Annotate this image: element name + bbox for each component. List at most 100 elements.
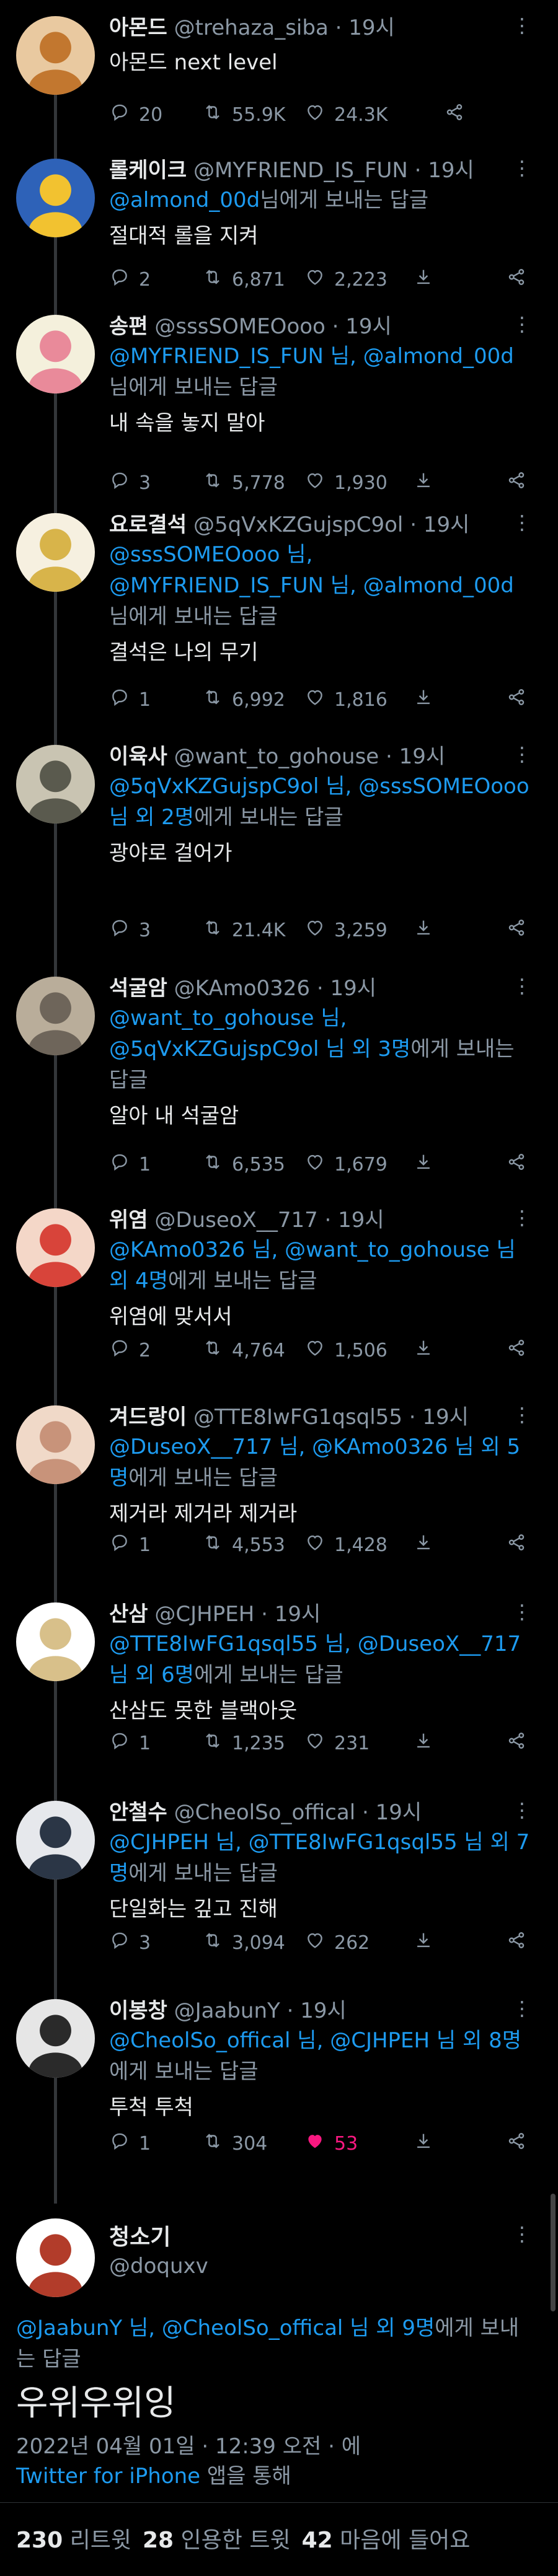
share-button[interactable]	[444, 102, 465, 128]
more-icon[interactable]: ⋮	[512, 312, 533, 336]
replying-to-link[interactable]: @CheolSo_offical 님	[109, 2028, 317, 2053]
replying-to-link[interactable]: @CJHPEH 님 외 8명	[330, 2028, 521, 2053]
download-button[interactable]	[413, 1337, 434, 1363]
avatar[interactable]	[16, 1801, 95, 1879]
avatar[interactable]	[16, 513, 95, 592]
more-icon[interactable]: ⋮	[512, 1403, 533, 1426]
reply-tweet[interactable]: 겨드랑이 @TTE8IwFG1qsql55 · 19시 @DuseoX__717 …	[0, 1389, 558, 1602]
author-handle[interactable]: @doquxv	[109, 2254, 208, 2279]
author-name[interactable]: 송편	[109, 314, 148, 339]
author-handle[interactable]: @CJHPEH	[154, 1602, 254, 1627]
reply-button[interactable]: 2	[109, 266, 151, 292]
author-name[interactable]: 이봉창	[109, 1998, 167, 2023]
download-button[interactable]	[413, 470, 434, 496]
like-button[interactable]: 1,930	[304, 470, 388, 496]
more-icon[interactable]: ⋮	[512, 14, 533, 37]
retweet-button[interactable]: 3,094	[202, 1930, 285, 1956]
download-button[interactable]	[413, 1151, 434, 1177]
replying-to-link[interactable]: @MYFRIEND_IS_FUN 님	[109, 573, 350, 598]
share-button[interactable]	[506, 1930, 527, 1956]
share-button[interactable]	[506, 1151, 527, 1177]
share-button[interactable]	[506, 266, 527, 292]
author-name[interactable]: 산삼	[109, 1602, 148, 1627]
avatar[interactable]	[16, 2218, 95, 2297]
retweet-button[interactable]: 5,778	[202, 470, 285, 496]
retweet-button[interactable]: 1,235	[202, 1730, 285, 1756]
more-icon[interactable]: ⋮	[512, 1600, 533, 1624]
like-button[interactable]: 262	[304, 1930, 370, 1956]
retweet-button[interactable]: 6,535	[202, 1151, 285, 1177]
download-button[interactable]	[413, 2130, 434, 2156]
replying-to-link[interactable]: @sssSOMEOooo 님	[109, 542, 306, 567]
more-icon[interactable]: ⋮	[512, 2222, 533, 2246]
share-button[interactable]	[506, 1730, 527, 1756]
like-button[interactable]: 2,223	[304, 266, 388, 292]
reply-button[interactable]: 2	[109, 1337, 151, 1363]
replying-to-link[interactable]: @almond_00d	[363, 573, 514, 598]
reply-button[interactable]: 3	[109, 917, 151, 943]
author-handle[interactable]: @sssSOMEOooo	[154, 314, 325, 339]
author-handle[interactable]: @KAmo0326	[174, 976, 310, 1001]
download-button[interactable]	[413, 266, 434, 292]
download-button[interactable]	[413, 917, 434, 943]
reply-button[interactable]: 1	[109, 1730, 151, 1756]
like-button[interactable]: 1,679	[304, 1151, 388, 1177]
replying-to-link[interactable]: @want_to_gohouse 님	[109, 1006, 340, 1031]
author-name[interactable]: 이육사	[109, 744, 167, 769]
reply-tweet[interactable]: 이봉창 @JaabunY · 19시 @CheolSo_offical 님, @C…	[0, 1983, 558, 2204]
retweet-button[interactable]: 6,871	[202, 266, 285, 292]
avatar[interactable]	[16, 315, 95, 393]
author-name[interactable]: 안철수	[109, 1800, 167, 1825]
avatar[interactable]	[16, 159, 95, 237]
scrollbar[interactable]	[551, 2194, 556, 2311]
reply-button[interactable]: 1	[109, 687, 151, 713]
retweets-stat[interactable]: 230 리트윗	[16, 2528, 131, 2553]
author-name[interactable]: 석굴암	[109, 976, 167, 1001]
retweet-button[interactable]: 304	[202, 2130, 267, 2156]
author-name[interactable]: 아몬드	[109, 15, 167, 40]
replying-to-link[interactable]: @JaabunY 님	[16, 2316, 148, 2341]
avatar[interactable]	[16, 745, 95, 824]
avatar[interactable]	[16, 1999, 95, 2078]
more-icon[interactable]: ⋮	[512, 1798, 533, 1822]
more-icon[interactable]: ⋮	[512, 1206, 533, 1229]
author-handle[interactable]: @DuseoX__717	[154, 1208, 317, 1233]
reply-button[interactable]: 3	[109, 470, 151, 496]
avatar[interactable]	[16, 1405, 95, 1484]
reply-tweet[interactable]: 석굴암 @KAmo0326 · 19시 @want_to_gohouse 님, @…	[0, 961, 558, 1208]
replying-to-link[interactable]: @CheolSo_offical 님 외 9명	[162, 2316, 435, 2341]
author-name[interactable]: 롤케이크	[109, 158, 187, 183]
reply-button[interactable]: 1	[109, 1532, 151, 1558]
share-button[interactable]	[506, 1532, 527, 1558]
author-name[interactable]: 청소기	[109, 2225, 170, 2250]
like-button[interactable]: 1,428	[304, 1532, 388, 1558]
avatar[interactable]	[16, 977, 95, 1055]
like-button[interactable]: 1,506	[304, 1337, 388, 1363]
reply-button[interactable]: 1	[109, 1151, 151, 1177]
avatar[interactable]	[16, 16, 95, 95]
replying-to-link[interactable]: @CJHPEH 님	[109, 1830, 235, 1855]
author-handle[interactable]: @want_to_gohouse	[174, 744, 379, 769]
download-button[interactable]	[413, 1730, 434, 1756]
retweet-button[interactable]: 55.9K	[202, 102, 285, 128]
replying-to-link[interactable]: @TTE8IwFG1qsql55 님	[109, 1632, 344, 1656]
like-button[interactable]: 53	[304, 2130, 358, 2156]
replying-to-link[interactable]: @DuseoX__717 님	[109, 1435, 298, 1459]
download-button[interactable]	[413, 687, 434, 713]
share-button[interactable]	[506, 917, 527, 943]
replying-to-link[interactable]: @MYFRIEND_IS_FUN 님	[109, 344, 350, 369]
retweet-button[interactable]: 21.4K	[202, 917, 285, 943]
more-icon[interactable]: ⋮	[512, 974, 533, 998]
reply-tweet[interactable]: 이육사 @want_to_gohouse · 19시 @5qVxKZGujspC9…	[0, 729, 558, 977]
author-name[interactable]: 겨드랑이	[109, 1405, 187, 1430]
reply-button[interactable]: 3	[109, 1930, 151, 1956]
reply-tweet[interactable]: 위염 @DuseoX__717 · 19시 @KAmo0326 님, @want_…	[0, 1192, 558, 1405]
share-button[interactable]	[506, 687, 527, 713]
author-name[interactable]: 위염	[109, 1208, 148, 1233]
author-handle[interactable]: @CheolSo_offical	[174, 1800, 356, 1825]
retweet-button[interactable]: 4,764	[202, 1337, 285, 1363]
reply-button[interactable]: 1	[109, 2130, 151, 2156]
replying-to-link[interactable]: @almond_00d	[109, 188, 260, 213]
avatar[interactable]	[16, 1208, 95, 1287]
more-icon[interactable]: ⋮	[512, 742, 533, 766]
